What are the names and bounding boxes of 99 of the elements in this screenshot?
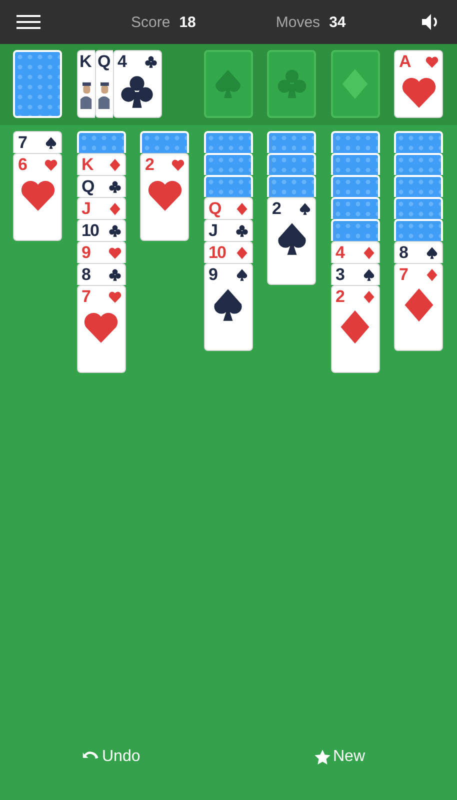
face-down-card [267,131,316,153]
face-down-card [330,153,380,175]
card-rank: 4 [118,52,126,71]
playing-card[interactable]: J [204,219,252,241]
playing-card[interactable]: Q [204,197,252,219]
score-value: 18 [179,14,196,30]
card-rank: 2 [145,155,154,174]
playing-card[interactable]: J [76,197,126,219]
face-down-card [394,131,443,153]
playing-card[interactable]: A [394,50,443,118]
spade-icon [44,136,58,150]
face-down-card [330,175,380,197]
card-rank: 8 [82,265,90,284]
playing-card[interactable]: Q [76,175,126,197]
club-icon [108,224,122,238]
spade-icon [362,268,376,282]
club-icon [108,268,122,282]
card-rank: Q [82,177,94,196]
face-down-card [76,131,126,153]
face-down-card [394,197,443,219]
playing-card[interactable]: 10 [76,219,126,241]
card-rank: K [82,155,93,174]
face-down-card [267,175,316,197]
score-label: Score [131,14,170,30]
diamond-icon [425,268,439,282]
card-rank: Q [208,199,221,218]
card-rank: K [80,52,91,71]
menu-icon[interactable] [16,15,41,29]
diamond-icon [234,246,248,260]
heart-icon [108,246,122,260]
star-icon [314,748,331,766]
card-rank: 7 [18,133,26,152]
new-game-button[interactable]: New [310,744,369,770]
diamond-icon [362,290,376,304]
club-icon [234,224,248,238]
heart-icon [171,158,185,172]
spade-icon [298,202,312,216]
playing-card[interactable]: 4 [112,50,162,118]
playing-card[interactable]: 4 [330,241,380,263]
card-rank: 7 [399,265,408,284]
face-down-card [394,175,443,197]
card-rank: 7 [82,287,90,306]
face-down-card [394,219,443,241]
playing-card[interactable]: K [76,153,126,175]
face-down-card [204,131,252,153]
playing-card[interactable]: Q [94,50,112,118]
playing-card[interactable]: 7 [76,285,126,373]
face-down-card [204,175,252,197]
playing-card[interactable]: 2 [140,153,189,241]
diamond-icon [108,202,122,216]
card-rank: 9 [82,243,90,262]
face-down-card [267,153,316,175]
face-down-card [204,153,252,175]
playing-card[interactable]: 6 [13,153,62,241]
card-rank: 2 [336,287,344,306]
undo-button[interactable]: Undo [78,744,144,770]
playing-card[interactable]: 8 [76,263,126,285]
foundation-slot[interactable] [204,50,252,118]
heart-icon [425,54,439,68]
moves-label: Moves [276,14,320,30]
card-rank: 9 [208,265,217,284]
card-rank: 10 [82,221,98,240]
face-down-card [394,153,443,175]
playing-card[interactable]: 8 [394,241,443,263]
club-icon [108,180,122,194]
stock-pile[interactable] [13,50,62,118]
playing-card[interactable]: 2 [267,197,316,285]
playing-card[interactable]: 3 [330,263,380,285]
playing-card[interactable]: 10 [204,241,252,263]
card-rank: J [208,221,217,240]
spade-icon [425,246,439,260]
spade-icon [234,268,248,282]
card-rank: 8 [399,243,408,262]
heart-icon [108,290,122,304]
card-rank: 3 [336,265,344,284]
card-rank: 4 [336,243,344,262]
card-rank: 6 [18,155,26,174]
playing-card[interactable]: 7 [13,131,62,153]
diamond-icon [362,246,376,260]
playing-card[interactable]: 7 [394,263,443,351]
heart-icon [44,158,58,172]
playing-card[interactable]: 2 [330,285,380,373]
card-rank: 10 [208,243,226,262]
club-icon [144,54,158,68]
playing-card[interactable]: K [76,50,94,118]
face-down-card [330,197,380,219]
card-rank: 2 [272,199,280,218]
diamond-icon [108,158,122,172]
card-rank: J [82,199,90,218]
card-rank: A [399,52,410,71]
moves-value: 34 [329,14,346,30]
face-down-card [330,219,380,241]
diamond-icon [234,202,248,216]
face-down-card [140,131,189,153]
playing-card[interactable]: 9 [204,263,252,351]
foundation-slot[interactable] [267,50,316,118]
playing-card[interactable]: 9 [76,241,126,263]
face-down-card [330,131,380,153]
card-rank: Q [98,52,110,71]
